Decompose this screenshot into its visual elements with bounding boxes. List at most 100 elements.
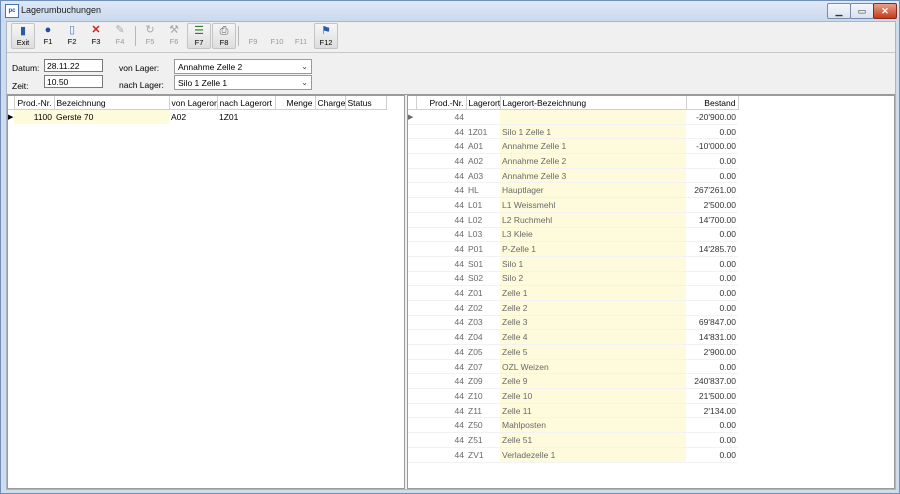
cell-prod-nr[interactable]: 44 [416, 271, 466, 286]
cell-bestand[interactable]: 0.00 [686, 300, 738, 315]
cell-prod-nr[interactable]: 44 [416, 403, 466, 418]
cell-lagerort[interactable]: Z05 [466, 345, 500, 360]
cell-lagerort-bezeichnung[interactable]: Hauptlager [500, 182, 686, 198]
table-row[interactable]: 44 Z09 Zelle 9 240'837.00 [408, 373, 738, 389]
cell-bestand[interactable]: 0.00 [686, 168, 738, 183]
cell-bestand[interactable]: 0.00 [686, 256, 738, 271]
f12-button[interactable]: ⚑ F12 [314, 23, 338, 49]
table-row[interactable]: ▶ 44 -20'900.00 [408, 109, 738, 125]
table-row[interactable]: 44 A02 Annahme Zelle 2 0.00 [408, 153, 738, 169]
table-row[interactable]: ▶ 1100 Gerste 70 A02 1Z01 [8, 109, 386, 124]
cell-bestand[interactable]: 0.00 [686, 271, 738, 286]
f11-button[interactable]: F11 [290, 23, 312, 49]
cell-prod-nr[interactable]: 44 [416, 212, 466, 227]
zeit-field[interactable]: 10.50 [44, 75, 103, 88]
cell-lagerort[interactable]: Z51 [466, 433, 500, 448]
cell-lagerort-bezeichnung[interactable] [500, 109, 686, 125]
column-header[interactable]: Prod.-Nr. [14, 96, 55, 110]
f4-button[interactable]: ✎ F4 [109, 23, 131, 49]
maximize-button[interactable]: ▭ [850, 3, 874, 19]
table-row[interactable]: 44 Z01 Zelle 1 0.00 [408, 285, 738, 301]
cell-lagerort[interactable]: S01 [466, 256, 500, 271]
cell-lagerort-bezeichnung[interactable]: Zelle 3 [500, 315, 686, 330]
column-header[interactable]: Status [345, 96, 387, 110]
cell-bestand[interactable]: 2'134.00 [686, 403, 738, 418]
cell-lagerort-bezeichnung[interactable]: Mahlposten [500, 417, 686, 433]
cell-prod-nr[interactable]: 44 [416, 227, 466, 242]
cell-bestand[interactable]: 0.00 [686, 447, 738, 462]
cell-prod-nr[interactable]: 44 [416, 300, 466, 315]
column-header[interactable]: nach Lagerort [217, 96, 276, 110]
datum-field[interactable]: 28.11.22 [44, 59, 103, 72]
cell-prod-nr[interactable]: 44 [416, 418, 466, 433]
von-lager-select[interactable]: Annahme Zelle 2 ⌄ [174, 59, 312, 74]
table-row[interactable]: 44 L02 L2 Ruchmehl 14'700.00 [408, 212, 738, 227]
cell-bestand[interactable]: 0.00 [686, 359, 738, 374]
cell-prod-nr[interactable]: 44 [416, 256, 466, 271]
cell-lagerort-bezeichnung[interactable]: Zelle 4 [500, 329, 686, 345]
table-row[interactable]: 44 Z04 Zelle 4 14'831.00 [408, 329, 738, 345]
cell-lagerort[interactable]: S02 [466, 271, 500, 286]
table-row[interactable]: 44 Z02 Zelle 2 0.00 [408, 300, 738, 316]
cell-lagerort[interactable]: A03 [466, 168, 500, 183]
cell-lagerort[interactable]: Z07 [466, 359, 500, 374]
cell-bestand[interactable]: 0.00 [686, 418, 738, 433]
cell-bestand[interactable]: -20'900.00 [686, 110, 738, 125]
cell-lagerort[interactable]: Z04 [466, 330, 500, 345]
column-header[interactable]: Bezeichnung [54, 96, 170, 110]
cell-prod-nr[interactable]: 44 [416, 139, 466, 154]
cell-lagerort[interactable]: Z50 [466, 418, 500, 433]
cell-lagerort-bezeichnung[interactable]: L1 Weissmehl [500, 197, 686, 213]
cell-prod-nr[interactable]: 44 [416, 124, 466, 139]
cell-lagerort[interactable]: Z11 [466, 403, 500, 418]
exit-button[interactable]: ▮ Exit [11, 23, 35, 49]
f7-button[interactable]: ☰ F7 [187, 23, 211, 49]
cell-lagerort[interactable]: ZV1 [466, 447, 500, 462]
cell-prod-nr[interactable]: 44 [416, 345, 466, 360]
column-header[interactable]: Lagerort [466, 96, 501, 110]
cell-prod-nr[interactable]: 44 [416, 374, 466, 389]
cell-prod-nr[interactable]: 44 [416, 315, 466, 330]
nach-lager-select[interactable]: Silo 1 Zelle 1 ⌄ [174, 75, 312, 90]
cell-lagerort-bezeichnung[interactable]: Silo 1 [500, 256, 686, 272]
cell-lagerort-bezeichnung[interactable]: Silo 2 [500, 271, 686, 286]
f2-button[interactable]: ▯ F2 [61, 23, 83, 49]
cell-bestand[interactable]: 2'500.00 [686, 198, 738, 213]
table-row[interactable]: 44 Z05 Zelle 5 2'900.00 [408, 344, 738, 360]
cell-prod-nr[interactable]: 44 [416, 286, 466, 301]
cell-prod-nr[interactable]: 44 [416, 154, 466, 169]
cell-lagerort[interactable]: P01 [466, 242, 500, 257]
cell-lagerort[interactable]: Z10 [466, 389, 500, 404]
cell-lagerort[interactable]: A02 [466, 154, 500, 169]
table-row[interactable]: 44 Z07 OZL Weizen 0.00 [408, 359, 738, 374]
cell-lagerort-bezeichnung[interactable]: Annahme Zelle 1 [500, 138, 686, 154]
title-bar[interactable]: pc Lagerumbuchungen ▁ ▭ ✕ [1, 1, 899, 21]
cell-lagerort[interactable]: L02 [466, 212, 500, 227]
cell-prod-nr[interactable]: 44 [416, 242, 466, 257]
cell-bestand[interactable]: -10'000.00 [686, 139, 738, 154]
cell-lagerort-bezeichnung[interactable]: P-Zelle 1 [500, 241, 686, 257]
cell-lagerort[interactable]: 1Z01 [466, 124, 500, 139]
column-header[interactable]: Charge [315, 96, 346, 110]
cell-prod-nr[interactable]: 44 [416, 168, 466, 183]
f3-button[interactable]: ✕ F3 [85, 23, 107, 49]
table-row[interactable]: 44 A03 Annahme Zelle 3 0.00 [408, 168, 738, 183]
minimize-button[interactable]: ▁ [827, 3, 851, 19]
cell-lagerort-bezeichnung[interactable]: Annahme Zelle 3 [500, 168, 686, 183]
table-row[interactable]: 44 Z11 Zelle 11 2'134.00 [408, 403, 738, 418]
cell-prod-nr[interactable]: 44 [416, 110, 466, 125]
cell-bestand[interactable]: 0.00 [686, 433, 738, 448]
cell-lagerort[interactable]: HL [466, 183, 500, 198]
cell-lagerort[interactable]: Z03 [466, 315, 500, 330]
cell-bestand[interactable]: 14'831.00 [686, 330, 738, 345]
f5-button[interactable]: ↻ F5 [139, 23, 161, 49]
cell-bestand[interactable]: 21'500.00 [686, 389, 738, 404]
cell-lagerort-bezeichnung[interactable]: OZL Weizen [500, 359, 686, 374]
cell-menge[interactable] [275, 110, 315, 124]
cell-lagerort-bezeichnung[interactable]: Zelle 1 [500, 285, 686, 301]
column-header[interactable]: von Lagerort [169, 96, 218, 110]
table-row[interactable]: 44 S01 Silo 1 0.00 [408, 256, 738, 272]
table-row[interactable]: 44 Z10 Zelle 10 21'500.00 [408, 388, 738, 404]
table-row[interactable]: 44 ZV1 Verladezelle 1 0.00 [408, 447, 738, 462]
cell-bestand[interactable]: 14'285.70 [686, 242, 738, 257]
